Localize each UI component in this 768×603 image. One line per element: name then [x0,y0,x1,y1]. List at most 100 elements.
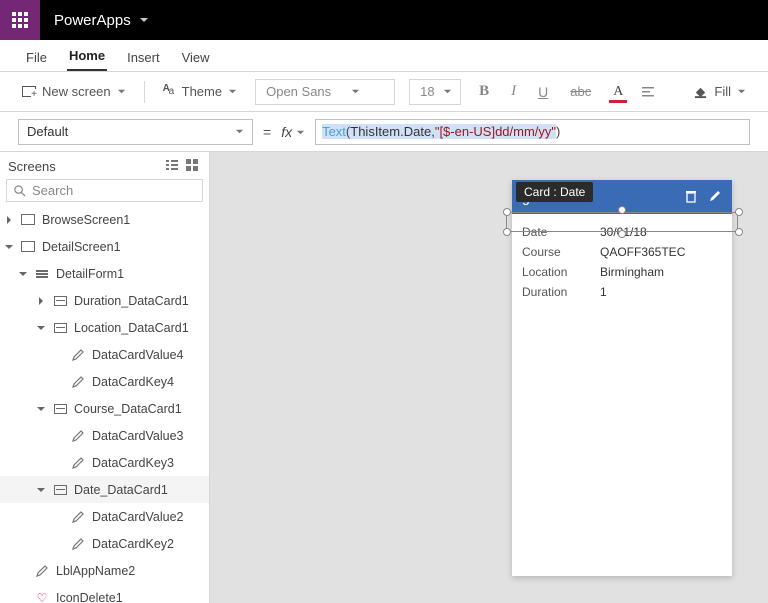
property-dropdown[interactable]: Default [18,119,253,145]
font-size-dropdown[interactable]: 18 [409,79,461,105]
tree-item[interactable]: DataCardKey3 [0,449,209,476]
delete-icon[interactable] [684,189,698,206]
underline-button[interactable]: U [534,84,552,100]
pencil-icon [70,456,86,470]
resize-handle[interactable] [618,230,626,238]
twisty-icon[interactable] [18,270,28,278]
resize-handle[interactable] [735,208,743,216]
font-color-button[interactable]: A [609,84,627,100]
tree-item[interactable]: DataCardValue2 [0,503,209,530]
tab-file[interactable]: File [24,44,49,71]
separator [144,81,145,103]
twisty-icon[interactable] [4,243,14,251]
edit-icon[interactable] [708,189,722,206]
search-placeholder: Search [32,183,73,198]
tab-view[interactable]: View [180,44,212,71]
screens-title: Screens [8,159,56,174]
theme-button[interactable]: Theme [159,82,241,101]
search-icon [13,184,26,197]
tab-home[interactable]: Home [67,42,107,71]
pencil-icon [70,510,86,524]
search-input[interactable]: Search [6,179,203,202]
preview-key: Location [522,265,600,279]
preview-row: Duration1 [522,282,722,302]
formula-input[interactable]: Text(ThisItem.Date,"[$-en-US]dd/mm/yy" ) [315,119,750,145]
preview-value: Birmingham [600,265,664,279]
property-value: Default [27,124,68,139]
chevron-down-icon [443,84,452,99]
chevron-down-icon [351,84,360,99]
twisty-icon[interactable] [36,405,46,413]
tree-item[interactable]: DataCardKey4 [0,368,209,395]
tree-item[interactable]: DataCardKey2 [0,530,209,557]
italic-button[interactable]: I [507,83,520,100]
card-icon [52,485,68,495]
card-icon [52,323,68,333]
thumb-view-icon[interactable] [185,158,199,175]
tree-view-icon[interactable] [165,158,179,175]
tree-item-label: DataCardValue2 [92,510,203,524]
chevron-down-icon [235,124,244,139]
tree-item-label: DetailForm1 [56,267,203,281]
tree-item[interactable]: Duration_DataCard1 [0,287,209,314]
tree-item-label: DataCardKey3 [92,456,203,470]
tree-item-label: DataCardKey2 [92,537,203,551]
chevron-down-icon [228,84,237,99]
fx-label: fx [281,124,292,140]
equals-label: = [263,124,271,140]
formula-token-arg1b: Date [404,124,431,139]
bold-button[interactable]: B [475,83,493,100]
tree-item-label: Location_DataCard1 [74,321,203,335]
brand-dropdown[interactable]: PowerApps [40,0,163,40]
tree-item[interactable]: DataCardValue3 [0,422,209,449]
tree-item[interactable]: DetailScreen1 [0,233,209,260]
formula-token-fn: Text [322,124,346,139]
preview-key: Course [522,245,600,259]
twisty-icon[interactable] [36,486,46,494]
tree-item-label: LblAppName2 [56,564,203,578]
fx-button[interactable]: fx [281,124,305,140]
resize-handle[interactable] [503,208,511,216]
tree-item[interactable]: BrowseScreen1 [0,206,209,233]
pencil-icon [70,375,86,389]
selection-outline[interactable] [506,212,738,232]
preview-key: Duration [522,285,600,299]
tree-item[interactable]: DetailForm1 [0,260,209,287]
tree-item-label: Duration_DataCard1 [74,294,203,308]
new-screen-icon [22,86,36,97]
heart-icon: ♡ [34,591,50,603]
tree-item[interactable]: Location_DataCard1 [0,314,209,341]
screens-panel: Screens Search BrowseScreen1DetailScreen… [0,152,210,603]
tree-item[interactable]: Date_DataCard1 [0,476,209,503]
fill-button[interactable]: Fill [689,82,750,101]
formula-token-close: ) [556,124,560,139]
new-screen-button[interactable]: New screen [18,82,130,101]
tree-item[interactable]: Course_DataCard1 [0,395,209,422]
tree-item[interactable]: DataCardValue4 [0,341,209,368]
tree-item[interactable]: LblAppName2 [0,557,209,584]
tab-insert[interactable]: Insert [125,44,162,71]
align-button[interactable] [641,85,655,99]
pencil-icon [70,429,86,443]
resize-handle[interactable] [503,228,511,236]
card-icon [52,404,68,414]
twisty-icon[interactable] [36,297,46,305]
font-family-value: Open Sans [266,84,331,99]
tree-item-label: DataCardValue3 [92,429,203,443]
formula-token-arg1a: ThisItem [350,124,400,139]
titlebar: PowerApps [0,0,768,40]
brand-name: PowerApps [54,12,131,29]
preview-row: CourseQAOFF365TEC [522,242,722,262]
twisty-icon[interactable] [36,324,46,332]
tree-item[interactable]: ♡IconDelete1 [0,584,209,603]
font-family-dropdown[interactable]: Open Sans [255,79,395,105]
strikethrough-button[interactable]: abc [566,84,595,99]
resize-handle[interactable] [735,228,743,236]
resize-handle[interactable] [618,206,626,214]
rect-icon [20,214,36,225]
twisty-icon[interactable] [4,216,14,224]
chevron-down-icon [139,12,149,29]
pencil-icon [34,564,50,578]
canvas[interactable]: gEvents Date30/01/18CourseQAOFF365TECLoc… [210,152,768,603]
app-launcher-button[interactable] [0,0,40,40]
